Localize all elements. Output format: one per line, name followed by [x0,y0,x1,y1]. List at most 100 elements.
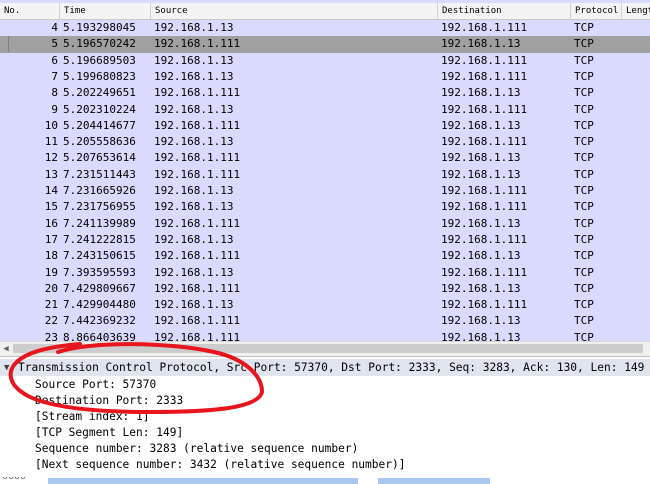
packet-time: 7.231756955 [63,200,136,214]
bytes-offset: 0000 [2,477,26,482]
packet-source: 192.168.1.13 [154,102,234,116]
packet-row[interactable]: 9 5.202310224 192.168.1.13 192.168.1.111 TCP [0,101,650,118]
packet-time: 5.205558636 [63,135,136,149]
packet-source: 192.168.1.111 [154,118,241,132]
detail-next-sequence-number[interactable]: [Next sequence number: 3432 (relative se… [35,457,405,473]
packet-time: 7.429904480 [63,298,136,312]
packet-source: 192.168.1.13 [154,184,234,197]
packet-details-pane[interactable]: ▼ Transmission Control Protocol, Src Por… [0,356,650,477]
packet-destination: 192.168.1.111 [441,53,528,67]
packet-destination: 192.168.1.13 [441,249,521,263]
packet-no: 5 [51,37,58,51]
packet-source: 192.168.1.13 [154,232,234,246]
packet-time: 7.231665926 [63,184,136,197]
packet-no: 15 [44,200,58,214]
packet-row[interactable]: 22 7.442369232 192.168.1.111 192.168.1.13 TC… [0,313,650,330]
packet-destination: 192.168.1.13 [441,216,521,230]
packet-row[interactable]: 5 5.196570242 192.168.1.111 192.168.1.13 TCP [0,36,650,53]
horizontal-scrollbar[interactable]: ◀ [0,341,650,356]
packet-no: 11 [44,135,58,149]
packet-no: 8 [51,86,58,100]
packet-destination: 192.168.1.111 [441,102,528,116]
packet-time: 5.196570242 [63,37,136,51]
packet-time: 5.204414677 [63,118,136,132]
packet-destination: 192.168.1.111 [441,298,528,312]
column-no[interactable]: No. [0,3,60,19]
detail-sequence-number[interactable]: Sequence number: 3283 (relative sequence… [35,441,358,457]
packet-destination: 192.168.1.111 [441,265,528,279]
packet-destination: 192.168.1.13 [441,37,521,51]
packet-destination: 192.168.1.13 [441,281,521,295]
column-protocol[interactable]: Protocol [571,3,622,19]
packet-row[interactable]: 21 7.429904480 192.168.1.13 192.168.1.111 TC… [0,297,650,314]
packet-source: 192.168.1.111 [154,167,241,181]
packet-row[interactable]: 11 5.205558636 192.168.1.13 192.168.1.111 TC… [0,134,650,151]
packet-row[interactable]: 4 5.193298045 192.168.1.13 192.168.1.111 TCP [0,20,650,37]
packet-time: 7.429809667 [63,281,136,295]
packet-protocol: TCP [574,232,594,246]
packet-protocol: TCP [574,21,594,34]
packet-source: 192.168.1.111 [154,216,241,230]
packet-protocol: TCP [574,53,594,67]
tcp-summary[interactable]: Transmission Control Protocol, Src Port:… [18,360,644,376]
packet-no: 23 [44,330,58,341]
packet-time: 5.199680823 [63,69,136,83]
packet-source: 192.168.1.13 [154,53,234,67]
bytes-ascii-highlight [378,478,490,484]
packet-source: 192.168.1.13 [154,200,234,214]
packet-source: 192.168.1.111 [154,86,241,100]
packet-source: 192.168.1.111 [154,330,241,341]
packet-row[interactable]: 16 7.241139989 192.168.1.111 192.168.1.13 TC… [0,215,650,232]
packet-time: 5.202249651 [63,86,136,100]
packet-list[interactable]: No. Time Source Destination Protocol Len… [0,0,650,341]
packet-row[interactable]: 8 5.202249651 192.168.1.111 192.168.1.13 TCP [0,85,650,102]
tcp-tree-header[interactable]: ▼ Transmission Control Protocol, Src Por… [0,359,650,376]
packet-no: 19 [44,265,58,279]
detail-segment-len[interactable]: [TCP Segment Len: 149] [35,425,183,441]
packet-destination: 192.168.1.13 [441,118,521,132]
packet-destination: 192.168.1.13 [441,330,521,341]
packet-row[interactable]: 15 7.231756955 192.168.1.13 192.168.1.111 TC… [0,199,650,216]
packet-protocol: TCP [574,314,594,328]
packet-protocol: TCP [574,135,594,149]
scrollbar-thumb[interactable] [13,344,643,353]
packet-protocol: TCP [574,118,594,132]
packet-destination: 192.168.1.111 [441,200,528,214]
packet-no: 18 [44,249,58,263]
packet-no: 20 [44,281,58,295]
packet-row[interactable]: 18 7.243150615 192.168.1.111 192.168.1.13 TC… [0,248,650,265]
packet-row[interactable]: 17 7.241222815 192.168.1.13 192.168.1.111 TC… [0,231,650,249]
column-source[interactable]: Source [151,3,438,19]
column-destination[interactable]: Destination [438,3,571,19]
packet-row[interactable]: 14 7.231665926 192.168.1.13 192.168.1.111 TC… [0,183,650,200]
column-time[interactable]: Time [60,3,151,19]
packet-source: 192.168.1.13 [154,135,234,149]
packet-time: 5.196689503 [63,53,136,67]
packet-no: 13 [44,167,58,181]
detail-destination-port[interactable]: Destination Port: 2333 [35,393,183,409]
packet-row[interactable]: 12 5.207653614 192.168.1.111 192.168.1.13 TC… [0,150,650,167]
packet-protocol: TCP [574,37,594,51]
packet-protocol: TCP [574,265,594,279]
packet-no: 21 [44,298,58,312]
triangle-down-icon[interactable]: ▼ [4,361,9,375]
detail-stream-index[interactable]: [Stream index: 1] [35,409,150,425]
packet-row[interactable]: 7 5.199680823 192.168.1.13 192.168.1.111 TCP [0,68,650,86]
packet-row[interactable]: 23 8.866403639 192.168.1.111 192.168.1.13 TC… [0,329,650,341]
packet-protocol: TCP [574,249,594,263]
packet-time: 7.442369232 [63,314,136,328]
packet-time: 5.207653614 [63,151,136,165]
packet-row[interactable]: 19 7.393595593 192.168.1.13 192.168.1.111 TC… [0,264,650,281]
packet-no: 14 [44,184,58,197]
packet-no: 9 [51,102,58,116]
arrow-left-icon[interactable]: ◀ [0,342,12,356]
packet-source: 192.168.1.13 [154,21,234,34]
packet-row[interactable]: 13 7.231511443 192.168.1.111 192.168.1.13 TC… [0,166,650,183]
column-length[interactable]: Lengt [622,3,650,19]
packet-row[interactable]: 6 5.196689503 192.168.1.13 192.168.1.111 TCP [0,52,650,69]
packet-row[interactable]: 10 5.204414677 192.168.1.111 192.168.1.13 TC… [0,117,650,135]
packet-time: 5.202310224 [63,102,136,116]
detail-source-port[interactable]: Source Port: 57370 [35,377,156,393]
packet-bytes-pane[interactable]: 0000 [0,477,650,484]
packet-row[interactable]: 20 7.429809667 192.168.1.111 192.168.1.13 TC… [0,280,650,298]
